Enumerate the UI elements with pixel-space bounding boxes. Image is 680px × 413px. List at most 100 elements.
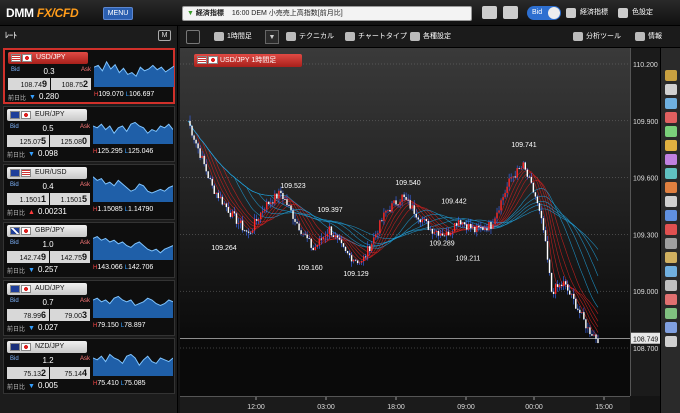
ask-price-button[interactable]: 142.759 [50, 251, 90, 263]
trend-icon[interactable] [665, 140, 677, 151]
candle-body [564, 281, 567, 285]
candle-body [231, 211, 234, 217]
candle-body [270, 202, 272, 205]
crosshair-icon[interactable] [665, 84, 677, 95]
rect-icon[interactable] [665, 182, 677, 193]
low-value: 1.14790 [128, 206, 154, 213]
timeframe-dropdown[interactable]: ▼ [265, 30, 279, 44]
info-button[interactable]: 情報 [635, 30, 662, 44]
color-settings-button[interactable]: 色設定 [616, 6, 653, 20]
ask-price-button[interactable]: 79.003 [50, 309, 90, 321]
drawing-tool-sidebar [660, 48, 680, 413]
candle-body [526, 169, 529, 177]
chart-type-button[interactable]: チャートタイプ [345, 30, 407, 44]
eraser-icon[interactable] [665, 238, 677, 249]
trash-icon[interactable] [665, 280, 677, 291]
candle-body [385, 210, 387, 213]
change-value: ▼ 0.098 [28, 149, 58, 158]
time-axis[interactable]: 12:00 03:00 18:00 09:00 00:00 15:00 [180, 396, 630, 413]
ask-price-button[interactable]: 108.752 [51, 78, 91, 90]
line-icon[interactable] [665, 98, 677, 109]
prev-day-label: 前日比 [7, 269, 26, 275]
candle-body [320, 238, 323, 240]
change-amount: 0.00231 [37, 207, 67, 216]
candle-body [276, 193, 278, 199]
technical-button[interactable]: テクニカル [286, 30, 334, 44]
ask-price-button[interactable]: 75.144 [50, 367, 90, 379]
pair-card[interactable]: NZD/JPY Bid 1.2 Ask 75.132 75.144 前日比 ▼ 0… [3, 338, 175, 394]
candle-body [389, 210, 391, 212]
eye-icon[interactable] [665, 266, 677, 277]
price-tick-label: 109.900 [633, 119, 658, 126]
zoom-out-icon[interactable] [665, 322, 677, 333]
top-bar: DMM FX/CFD MENU ▼ 経済指標 16:00 DEM 小売売上高指数… [0, 0, 680, 26]
cursor-icon[interactable] [665, 70, 677, 81]
magnet-icon[interactable] [665, 294, 677, 305]
time-tick-label: 15:00 [595, 404, 613, 411]
camera-icon[interactable] [503, 6, 518, 19]
candle-body [571, 293, 573, 295]
chart-back-button[interactable] [186, 30, 200, 44]
candle-body [498, 210, 500, 213]
current-price-label: 108.749 [633, 337, 658, 344]
analysis-tool-button[interactable]: 分析ツール [573, 30, 621, 44]
pair-card[interactable]: AUD/JPY Bid 0.7 Ask 78.996 79.003 前日比 ▼ 0… [3, 280, 175, 336]
text-icon[interactable] [665, 196, 677, 207]
candle-body [197, 143, 199, 149]
candle-body [391, 203, 393, 212]
bid-price-button[interactable]: 1.15011 [7, 193, 49, 205]
channel-icon[interactable] [665, 154, 677, 165]
vline-icon[interactable] [665, 126, 677, 137]
candle-body [211, 178, 213, 186]
arrow-icon[interactable] [665, 210, 677, 221]
price-chart[interactable]: 109.264 109.523 109.397 109.160 109.129 109.5… [180, 48, 630, 396]
panel-mode-button[interactable]: M [158, 30, 171, 41]
bid-price-button[interactable]: 75.132 [7, 367, 49, 379]
candle-body [435, 230, 438, 233]
timeframe-button[interactable]: 1時間足 [214, 30, 252, 44]
high-low: H75.410 L75.085 [93, 380, 146, 387]
pair-card[interactable]: EUR/USD Bid 0.4 Ask 1.15011 1.15015 前日比 … [3, 164, 175, 220]
change-amount: 0.027 [37, 323, 58, 332]
sparkline-chart [94, 60, 174, 87]
ask-price-button[interactable]: 125.080 [50, 135, 90, 147]
pair-card[interactable]: EUR/JPY Bid 0.5 Ask 125.075 125.080 前日比 … [3, 106, 175, 162]
bid-price-button[interactable]: 142.749 [7, 251, 49, 263]
reset-icon[interactable] [665, 336, 677, 347]
candle-body [296, 221, 298, 224]
settings-button[interactable]: 各種設定 [410, 30, 451, 44]
price-axis[interactable]: 110.200 109.900 109.600 109.300 109.000 108.7… [630, 48, 660, 396]
bid-price-button[interactable]: 108.749 [8, 78, 50, 90]
candle-body [330, 226, 333, 236]
candle-body [278, 190, 280, 199]
change-value: ▼ 0.005 [28, 381, 58, 390]
print-icon[interactable] [482, 6, 497, 19]
ask-price-button[interactable]: 1.15015 [50, 193, 90, 205]
fibonacci-icon[interactable] [665, 168, 677, 179]
bid-price-button[interactable]: 78.996 [7, 309, 49, 321]
marker-icon[interactable] [665, 224, 677, 235]
pair-card[interactable]: USD/JPY Bid 0.3 Ask 108.749 108.752 前日比 … [3, 48, 175, 104]
prev-day-label: 前日比 [7, 327, 26, 333]
candle-body [233, 211, 236, 214]
candle-body [268, 201, 270, 205]
hline-icon[interactable] [665, 112, 677, 123]
prev-day-label: 前日比 [7, 385, 26, 391]
bid-price-last-digit: 2 [40, 368, 46, 378]
news-ticker[interactable]: ▼ 経済指標 16:00 DEM 小売売上高指数[前月比] [182, 6, 472, 21]
zoom-in-icon[interactable] [665, 308, 677, 319]
bid-price-button[interactable]: 125.075 [7, 135, 49, 147]
ask-label: Ask [80, 298, 91, 304]
candle-body [207, 171, 209, 179]
candle-body [502, 197, 504, 201]
candle-body [538, 203, 541, 211]
menu-button[interactable]: MENU [103, 7, 133, 20]
chart-area[interactable]: 109.264 109.523 109.397 109.160 109.129 109.5… [180, 48, 630, 396]
pair-card[interactable]: GBP/JPY Bid 1.0 Ask 142.749 142.759 前日比 … [3, 222, 175, 278]
economic-indicator-button[interactable]: 経済指標 [564, 6, 608, 20]
low-value: 106.697 [129, 91, 155, 98]
bid-ask-toggle[interactable]: Bid [527, 6, 561, 20]
spread-value: 0.5 [42, 124, 54, 133]
lock-icon[interactable] [665, 252, 677, 263]
candle-body [508, 178, 510, 187]
